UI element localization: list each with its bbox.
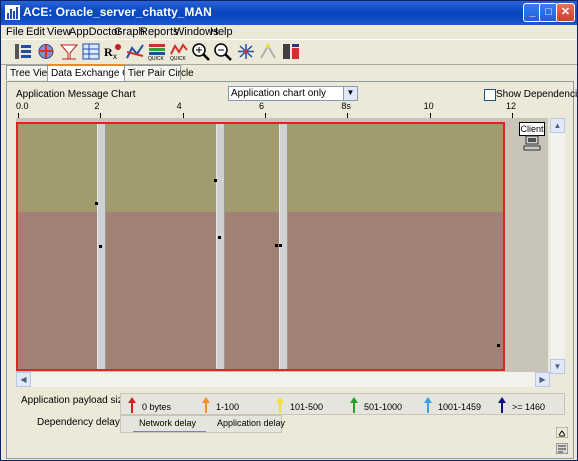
- tab-data-exchange-chart[interactable]: Data Exchange Chart: [47, 64, 147, 81]
- ruler-tick-label: 12: [506, 101, 517, 111]
- zoom-in-icon[interactable]: [191, 42, 211, 61]
- ruler-tick-label: 0.0: [16, 101, 29, 111]
- message-marker[interactable]: [274, 244, 278, 247]
- legend-label: >= 1460: [512, 402, 546, 412]
- payload-size-label: Application payload size:: [21, 395, 132, 406]
- app-icon: [5, 5, 20, 20]
- toolbar: Rx QUICK QUICK: [1, 39, 577, 65]
- funnel-icon[interactable]: [59, 42, 79, 61]
- chart-icon[interactable]: [125, 42, 145, 61]
- legend-label: 0 bytes: [142, 402, 172, 412]
- tab-label: Tier Pair Circle: [128, 68, 194, 79]
- svg-text:QUICK: QUICK: [170, 56, 187, 61]
- chart-title: Application Message Chart: [16, 89, 136, 100]
- tree-view-icon[interactable]: [13, 42, 33, 61]
- message-plot[interactable]: [16, 122, 505, 371]
- message-marker[interactable]: [218, 236, 222, 239]
- close-button[interactable]: ✕: [556, 3, 575, 22]
- message-marker[interactable]: [98, 245, 102, 248]
- chart-panel: Application Message Chart Application ch…: [6, 81, 577, 459]
- network-delay-line: [133, 427, 207, 432]
- menu-edit[interactable]: Edit: [26, 26, 45, 38]
- red-arrow-icon: [128, 397, 136, 413]
- minimize-icon: _: [529, 6, 536, 18]
- legend-label: 1001-1459: [438, 402, 482, 412]
- app-window: ACE: Oracle_server_chatty_MAN _ □ ✕ File…: [0, 0, 578, 461]
- rx-icon[interactable]: Rx: [103, 42, 123, 61]
- dependency-legend: Network delay Application delay: [120, 415, 285, 433]
- menu-file[interactable]: File: [6, 26, 24, 38]
- menu-view[interactable]: View: [47, 26, 71, 38]
- globe-icon[interactable]: [36, 42, 56, 61]
- quick-icon-2[interactable]: QUICK: [169, 42, 189, 61]
- green-arrow-icon: [350, 397, 358, 413]
- chart-view-value: Application chart only: [231, 88, 327, 99]
- scroll-up-icon[interactable]: ▲: [550, 118, 565, 133]
- svg-text:QUICK: QUICK: [148, 56, 165, 61]
- payload-legend: 0 bytes 1-100 101-500 501-1000 1001-1459…: [120, 393, 565, 415]
- vertical-scrollbar[interactable]: ▲ ▼: [550, 118, 565, 374]
- ruler-tick-label: 2: [94, 101, 100, 111]
- tier-band-lower: [18, 212, 503, 369]
- maximize-icon: □: [545, 6, 552, 18]
- table-icon[interactable]: [81, 42, 101, 61]
- chevron-down-icon[interactable]: ▼: [343, 87, 357, 100]
- message-marker[interactable]: [214, 179, 218, 182]
- tier-band-upper: [18, 124, 503, 212]
- message-marker[interactable]: [496, 344, 500, 347]
- status-icon[interactable]: [556, 443, 568, 454]
- orange-arrow-icon: [202, 397, 210, 413]
- scroll-down-icon[interactable]: ▼: [550, 359, 565, 374]
- compare-icon[interactable]: [281, 42, 301, 61]
- sparkle-icon[interactable]: [258, 42, 278, 61]
- window-title: ACE: Oracle_server_chatty_MAN: [23, 5, 212, 19]
- svg-text:x: x: [113, 52, 117, 61]
- navy-arrow-icon: [498, 397, 506, 413]
- application-delay-legend: Application delay: [217, 418, 285, 428]
- title-bar[interactable]: ACE: Oracle_server_chatty_MAN _ □ ✕: [1, 1, 577, 25]
- computer-icon: [523, 135, 541, 151]
- idle-gap: [216, 124, 226, 369]
- tier-label-client: Client: [519, 122, 545, 136]
- network-delay-legend: Network delay: [133, 418, 207, 432]
- ruler-tick-label: 4: [176, 101, 182, 111]
- tab-tier-pair-circle[interactable]: Tier Pair Circle: [124, 65, 194, 80]
- menu-help[interactable]: Help: [210, 26, 233, 38]
- yellow-arrow-icon: [276, 397, 284, 413]
- zoom-out-icon[interactable]: [213, 42, 233, 61]
- legend-label: 501-1000: [364, 402, 403, 412]
- light-blue-arrow-icon: [424, 397, 432, 413]
- ruler-tick-label: 10: [423, 101, 434, 111]
- network-icon[interactable]: [236, 42, 256, 61]
- time-ruler: 0.0 2 4 6 8s 10 12: [16, 101, 548, 119]
- scroll-right-icon[interactable]: ▶: [535, 372, 550, 387]
- svg-text:R: R: [104, 45, 113, 59]
- ruler-tick-label: 8s: [341, 101, 351, 111]
- legend-label: 101-500: [290, 402, 324, 412]
- close-icon: ✕: [560, 6, 571, 18]
- show-dependencies-checkbox[interactable]: [484, 89, 496, 101]
- horizontal-scrollbar[interactable]: ◀ ▶: [16, 372, 550, 387]
- chart-view-select[interactable]: Application chart only ▼: [228, 86, 358, 101]
- message-marker[interactable]: [94, 202, 98, 205]
- message-marker[interactable]: [278, 244, 282, 247]
- menu-reports[interactable]: Reports: [140, 26, 179, 38]
- scroll-left-icon[interactable]: ◀: [16, 372, 31, 387]
- tab-tree-view[interactable]: Tree View: [6, 65, 54, 80]
- collapse-icon[interactable]: [556, 427, 568, 438]
- dependency-delays-label: Dependency delays:: [37, 417, 128, 428]
- application-delay-label: Application delay: [217, 418, 286, 428]
- show-dependencies-label: Show Dependencies: [496, 89, 578, 100]
- ruler-tick-label: 6: [259, 101, 265, 111]
- legend-label: 1-100: [216, 402, 240, 412]
- quick-icon-1[interactable]: QUICK: [147, 42, 167, 61]
